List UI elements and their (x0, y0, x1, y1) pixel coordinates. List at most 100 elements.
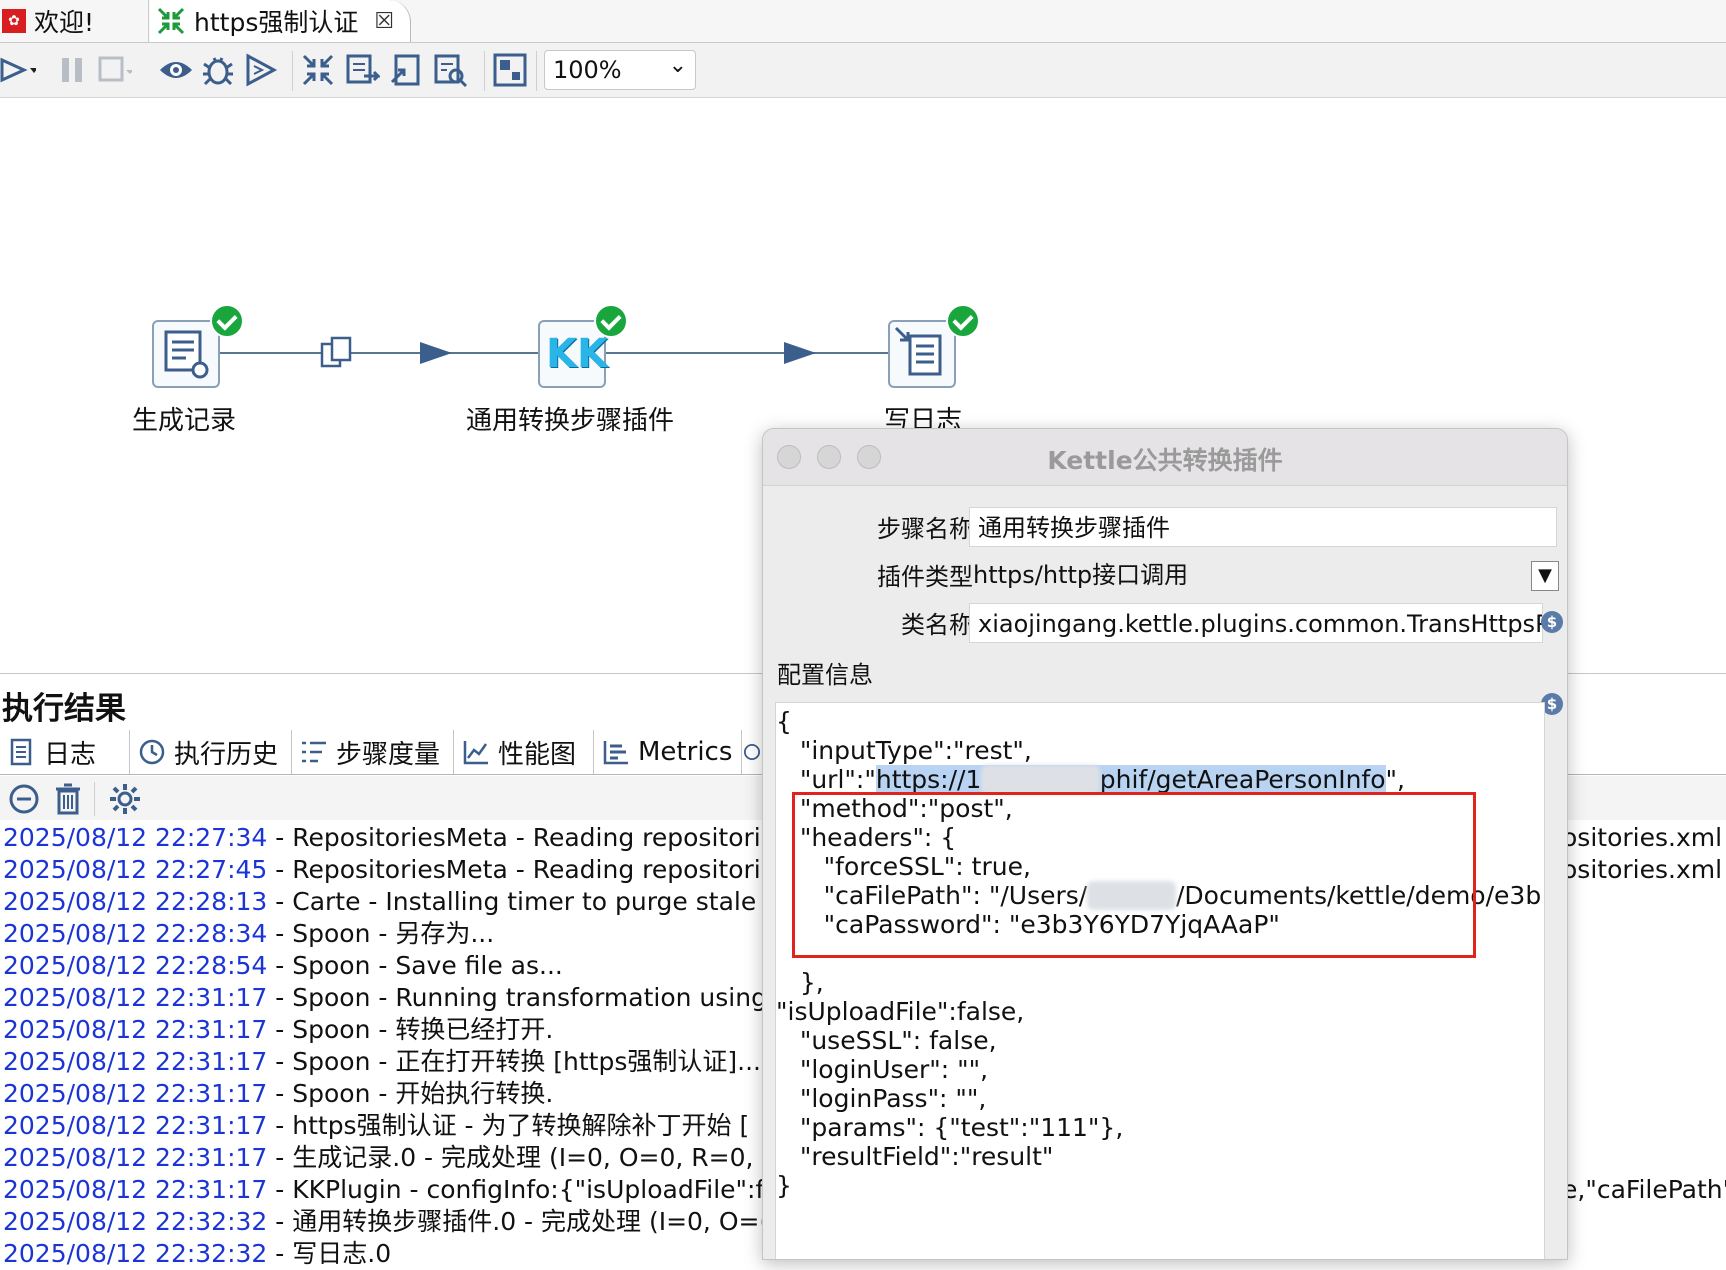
tab-metrics[interactable]: Metrics (594, 730, 742, 774)
step-generate-rows[interactable] (152, 320, 220, 388)
log-message: - Spoon - Save file as... (267, 951, 563, 980)
log-timestamp: 2025/08/12 22:31:17 (3, 1047, 268, 1076)
log-line-overflow (1562, 886, 1726, 918)
variable-icon[interactable]: $ (1541, 611, 1563, 633)
log-message: - Spoon - 开始执行转换. (267, 1079, 554, 1108)
replay-icon (246, 53, 278, 87)
tab-step-metrics[interactable]: 步骤度量 (292, 730, 454, 774)
tab-history[interactable]: 执行历史 (130, 730, 292, 774)
log-message: - 生成记录.0 - 完成处理 (I=0, O=0, R=0, W (267, 1143, 787, 1172)
step-label: 生成记录 (132, 406, 237, 436)
log-line-overflow: ositories.xml (1562, 855, 1723, 884)
log-line-overflow (1562, 918, 1726, 950)
pause-button[interactable] (56, 52, 92, 88)
log-output-overflow: ositories.xml ositories.xml e,"caFilePath" (1562, 822, 1726, 1206)
log-message: - RepositoriesMeta - Reading repositorie… (267, 855, 790, 884)
debug-icon (203, 57, 233, 86)
log-message: - Carte - Installing timer to purge stal… (267, 887, 796, 916)
close-tab-icon[interactable]: ☒ (374, 9, 394, 34)
log-timestamp: 2025/08/12 22:27:45 (3, 855, 268, 884)
dialog-title: Kettle公共转换插件 (1047, 446, 1283, 475)
tab-label: 执行历史 (174, 739, 279, 770)
log-timestamp: 2025/08/12 22:31:17 (3, 983, 268, 1012)
dropdown-arrow-icon[interactable]: ▼ (1531, 561, 1559, 591)
stop-button[interactable] (96, 52, 134, 88)
log-line-overflow: ositories.xml (1562, 823, 1723, 852)
log-line-overflow: e,"caFilePath" (1562, 1175, 1726, 1204)
generate-sql-button[interactable] (388, 52, 424, 88)
log-line-overflow (1562, 1046, 1726, 1078)
write-log-icon (894, 326, 942, 376)
log-settings-gear-icon[interactable] (108, 782, 142, 816)
tab-welcome-label: 欢迎! (34, 8, 95, 37)
transformation-icon (157, 7, 185, 35)
tab-overflow-icon (743, 743, 761, 761)
debug-button[interactable] (200, 52, 236, 88)
metrics-icon (603, 741, 628, 765)
analyze-impact-button[interactable] (344, 52, 382, 88)
explore-db-icon (434, 54, 468, 88)
log-timestamp: 2025/08/12 22:32:32 (3, 1239, 268, 1268)
config-line: "loginPass": "", (776, 1084, 987, 1113)
chevron-down-icon: ⌄ (668, 53, 687, 78)
transformation-toolbar: 100% ⌄ (0, 43, 1726, 98)
step-name-input[interactable]: 通用转换步骤插件 (969, 507, 1557, 547)
auto-layout-button[interactable] (492, 52, 528, 88)
log-timestamp: 2025/08/12 22:31:17 (3, 1175, 268, 1204)
tab-welcome[interactable]: ✿ 欢迎! (0, 0, 149, 42)
preview-button[interactable] (158, 52, 194, 88)
step-success-check-icon (594, 304, 628, 338)
log-message: - RepositoriesMeta - Reading repositorie… (267, 823, 790, 852)
config-textarea[interactable]: { "inputType":"rest", "url":"https://1xx… (775, 702, 1545, 1259)
log-message: - 通用转换步骤插件.0 - 完成处理 (I=0, O=( (267, 1207, 770, 1236)
step-metrics-icon (302, 741, 326, 763)
class-name-input[interactable]: xiaojingang.kettle.plugins.common.TransH… (969, 603, 1543, 643)
step-write-log[interactable] (888, 320, 956, 388)
log-message: - 写日志.0 (267, 1239, 392, 1268)
log-message: - KKPlugin - configInfo:{"isUploadFile":… (267, 1175, 787, 1204)
step-success-check-icon (946, 304, 980, 338)
log-line-overflow (1562, 982, 1726, 1014)
tab-https-transformation[interactable]: https强制认证 ☒ (150, 0, 411, 42)
generate-rows-icon (164, 330, 209, 379)
replay-button[interactable] (244, 52, 280, 88)
log-timestamp: 2025/08/12 22:31:17 (3, 1143, 268, 1172)
tab-label: 性能图 (498, 739, 577, 770)
config-line: { (776, 707, 792, 736)
plugin-type-select[interactable]: https/http接口调用 (973, 555, 1188, 590)
copy-rows-hop-icon[interactable] (320, 336, 354, 370)
log-timestamp: 2025/08/12 22:31:17 (3, 1015, 268, 1044)
verify-button[interactable] (300, 52, 336, 88)
trash-icon[interactable] (52, 782, 84, 816)
explore-database-button[interactable] (432, 52, 468, 88)
log-line-overflow (1562, 950, 1726, 982)
dialog-title-bar: Kettle公共转换插件 (763, 429, 1567, 486)
stop-icon (98, 56, 134, 82)
clear-log-icon[interactable] (8, 783, 40, 815)
log-timestamp: 2025/08/12 22:31:17 (3, 1111, 268, 1140)
editor-tab-bar: ✿ 欢迎! https强制认证 ☒ (0, 0, 1726, 43)
tab-log[interactable]: 日志 (0, 730, 130, 774)
tab-https-label: https强制认证 (194, 8, 359, 37)
step-success-check-icon (210, 304, 244, 338)
run-button[interactable] (0, 52, 38, 88)
sql-icon (390, 54, 420, 86)
tab-label: 日志 (44, 739, 97, 770)
config-line: "useSSL": false, (776, 1026, 997, 1055)
log-message: - Spoon - 转换已经打开. (267, 1015, 554, 1044)
tab-label: 步骤度量 (336, 739, 441, 770)
tab-performance[interactable]: 性能图 (454, 730, 594, 774)
log-message: - Spoon - Running transformation using t… (267, 983, 801, 1012)
config-line: "resultField":"result" (776, 1142, 1054, 1171)
tab-label: Metrics (638, 737, 733, 767)
log-timestamp: 2025/08/12 22:28:34 (3, 919, 268, 948)
config-line: "inputType":"rest", (776, 736, 1032, 765)
kk-plugin-icon: KK (546, 331, 608, 377)
zoom-select[interactable]: 100% ⌄ (544, 50, 696, 90)
config-line: }, (776, 968, 824, 997)
step-label: 通用转换步骤插件 (466, 406, 675, 436)
tab-more[interactable] (742, 730, 762, 774)
log-timestamp: 2025/08/12 22:28:13 (3, 887, 268, 916)
pause-icon (62, 58, 82, 82)
log-line-overflow (1562, 1110, 1726, 1142)
